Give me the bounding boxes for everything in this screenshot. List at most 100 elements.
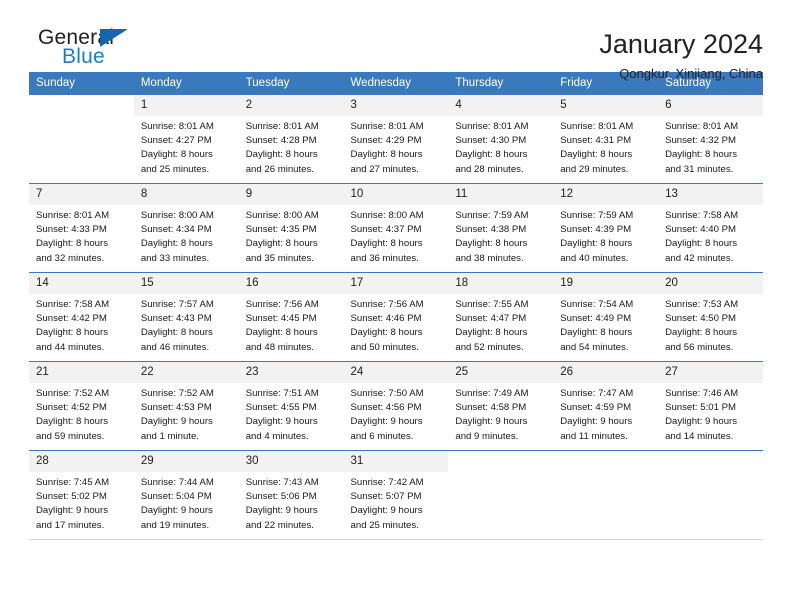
sunrise-text: Sunrise: 8:01 AM bbox=[455, 121, 529, 132]
sunrise-text: Sunrise: 7:54 AM bbox=[560, 299, 634, 310]
day-info-11: Sunrise: 7:59 AM Sunset: 4:38 PM Dayligh… bbox=[448, 205, 554, 272]
day-number-30[interactable]: 30 bbox=[238, 451, 344, 472]
weekday-header-monday: Monday bbox=[133, 72, 239, 95]
day-number-16[interactable]: 16 bbox=[238, 273, 344, 294]
day-number-15[interactable]: 15 bbox=[133, 273, 239, 294]
daylight-text-line2: and 25 minutes. bbox=[350, 519, 419, 531]
daylight-text-line1: Daylight: 8 hours bbox=[665, 149, 738, 161]
daylight-text-line2: and 17 minutes. bbox=[36, 519, 105, 531]
daylight-text-line2: and 52 minutes. bbox=[455, 341, 524, 353]
daylight-text-line2: and 35 minutes. bbox=[245, 252, 314, 264]
sunrise-text: Sunrise: 8:01 AM bbox=[350, 121, 424, 132]
day-info-25: Sunrise: 7:49 AM Sunset: 4:58 PM Dayligh… bbox=[448, 383, 554, 450]
day-number-17[interactable]: 17 bbox=[343, 273, 449, 294]
day-info-14: Sunrise: 7:58 AM Sunset: 4:42 PM Dayligh… bbox=[29, 294, 134, 361]
day-info-28: Sunrise: 7:45 AM Sunset: 5:02 PM Dayligh… bbox=[29, 472, 134, 539]
weekday-header-sunday: Sunday bbox=[29, 72, 134, 95]
sunset-text: Sunset: 4:35 PM bbox=[245, 224, 317, 236]
day-info-24: Sunrise: 7:50 AM Sunset: 4:56 PM Dayligh… bbox=[343, 383, 449, 450]
day-info-6: Sunrise: 8:01 AM Sunset: 4:32 PM Dayligh… bbox=[658, 116, 763, 183]
sunset-text: Sunset: 4:58 PM bbox=[455, 402, 527, 414]
day-number-24[interactable]: 24 bbox=[343, 362, 449, 383]
day-number-11[interactable]: 11 bbox=[448, 184, 554, 205]
sunrise-text: Sunrise: 7:55 AM bbox=[455, 299, 529, 310]
day-number-1[interactable]: 1 bbox=[133, 95, 239, 116]
day-number-19[interactable]: 19 bbox=[553, 273, 659, 294]
general-blue-logo[interactable]: General Blue bbox=[29, 26, 149, 74]
daylight-text-line2: and 40 minutes. bbox=[560, 252, 629, 264]
daylight-text-line1: Daylight: 8 hours bbox=[36, 327, 108, 339]
day-cell-empty bbox=[448, 451, 554, 472]
daylight-text-line2: and 38 minutes. bbox=[455, 252, 524, 264]
sunset-text: Sunset: 4:50 PM bbox=[665, 313, 736, 325]
day-info-empty bbox=[553, 472, 659, 539]
daylight-text-line1: Daylight: 8 hours bbox=[140, 149, 213, 161]
daylight-text-line1: Daylight: 8 hours bbox=[455, 149, 528, 161]
daylight-text-line2: and 50 minutes. bbox=[350, 341, 419, 353]
day-info-10: Sunrise: 8:00 AM Sunset: 4:37 PM Dayligh… bbox=[343, 205, 449, 272]
day-info-9: Sunrise: 8:00 AM Sunset: 4:35 PM Dayligh… bbox=[238, 205, 344, 272]
day-info-empty bbox=[29, 116, 134, 183]
day-number-31[interactable]: 31 bbox=[343, 451, 449, 472]
daylight-text-line1: Daylight: 8 hours bbox=[560, 149, 633, 161]
day-number-3[interactable]: 3 bbox=[343, 95, 449, 116]
day-info-20: Sunrise: 7:53 AM Sunset: 4:50 PM Dayligh… bbox=[658, 294, 763, 361]
daylight-text-line2: and 46 minutes. bbox=[140, 341, 210, 353]
daylight-text-line2: and 1 minute. bbox=[140, 430, 199, 442]
sunset-text: Sunset: 4:47 PM bbox=[455, 313, 527, 325]
day-number-7[interactable]: 7 bbox=[29, 184, 134, 205]
daylight-text-line1: Daylight: 8 hours bbox=[140, 327, 213, 339]
day-number-14[interactable]: 14 bbox=[29, 273, 134, 294]
day-number-12[interactable]: 12 bbox=[553, 184, 659, 205]
day-info-27: Sunrise: 7:46 AM Sunset: 5:01 PM Dayligh… bbox=[658, 383, 763, 450]
day-number-25[interactable]: 25 bbox=[448, 362, 554, 383]
day-info-23: Sunrise: 7:51 AM Sunset: 4:55 PM Dayligh… bbox=[238, 383, 344, 450]
day-number-22[interactable]: 22 bbox=[133, 362, 239, 383]
day-number-13[interactable]: 13 bbox=[658, 184, 763, 205]
sunrise-text: Sunrise: 7:46 AM bbox=[665, 388, 739, 399]
day-number-27[interactable]: 27 bbox=[658, 362, 763, 383]
sunset-text: Sunset: 4:38 PM bbox=[455, 224, 527, 236]
daylight-text-line1: Daylight: 8 hours bbox=[245, 149, 318, 161]
weekday-header-tuesday: Tuesday bbox=[238, 72, 344, 95]
day-cell-empty bbox=[29, 95, 134, 116]
sunrise-text: Sunrise: 8:00 AM bbox=[245, 210, 319, 221]
daylight-text-line1: Daylight: 9 hours bbox=[350, 416, 423, 428]
logo-text-blue: Blue bbox=[62, 45, 105, 68]
daylight-text-line1: Daylight: 8 hours bbox=[560, 238, 633, 250]
week-3-date-row: 14 15 16 17 18 19 20 bbox=[29, 273, 763, 294]
sunrise-text: Sunrise: 7:59 AM bbox=[560, 210, 634, 221]
daylight-text-line2: and 11 minutes. bbox=[560, 430, 628, 442]
day-number-4[interactable]: 4 bbox=[448, 95, 554, 116]
day-number-28[interactable]: 28 bbox=[29, 451, 134, 472]
sunrise-text: Sunrise: 8:00 AM bbox=[140, 210, 214, 221]
day-number-20[interactable]: 20 bbox=[658, 273, 763, 294]
day-info-4: Sunrise: 8:01 AM Sunset: 4:30 PM Dayligh… bbox=[448, 116, 554, 183]
daylight-text-line1: Daylight: 8 hours bbox=[36, 238, 108, 250]
daylight-text-line2: and 36 minutes. bbox=[350, 252, 419, 264]
day-number-26[interactable]: 26 bbox=[553, 362, 659, 383]
sunrise-text: Sunrise: 7:50 AM bbox=[350, 388, 424, 399]
daylight-text-line2: and 25 minutes. bbox=[140, 163, 210, 175]
day-number-21[interactable]: 21 bbox=[29, 362, 134, 383]
daylight-text-line1: Daylight: 8 hours bbox=[140, 238, 213, 250]
day-number-18[interactable]: 18 bbox=[448, 273, 554, 294]
day-info-16: Sunrise: 7:56 AM Sunset: 4:45 PM Dayligh… bbox=[238, 294, 344, 361]
calendar-page: General Blue January 2024 Qongkur, Xinji… bbox=[0, 0, 792, 612]
week-2-info-row: Sunrise: 8:01 AM Sunset: 4:33 PM Dayligh… bbox=[29, 205, 763, 272]
day-number-2[interactable]: 2 bbox=[238, 95, 344, 116]
day-number-6[interactable]: 6 bbox=[658, 95, 763, 116]
sunset-text: Sunset: 4:55 PM bbox=[245, 402, 317, 414]
calendar-bottom-rule bbox=[29, 539, 763, 540]
day-number-5[interactable]: 5 bbox=[553, 95, 659, 116]
daylight-text-line1: Daylight: 9 hours bbox=[560, 416, 633, 428]
day-number-9[interactable]: 9 bbox=[238, 184, 344, 205]
sunrise-text: Sunrise: 7:43 AM bbox=[245, 477, 319, 488]
sunrise-text: Sunrise: 7:49 AM bbox=[455, 388, 529, 399]
day-number-8[interactable]: 8 bbox=[133, 184, 239, 205]
day-number-29[interactable]: 29 bbox=[133, 451, 239, 472]
day-number-10[interactable]: 10 bbox=[343, 184, 449, 205]
daylight-text-line1: Daylight: 8 hours bbox=[350, 327, 423, 339]
day-number-23[interactable]: 23 bbox=[238, 362, 344, 383]
sunset-text: Sunset: 4:43 PM bbox=[140, 313, 212, 325]
